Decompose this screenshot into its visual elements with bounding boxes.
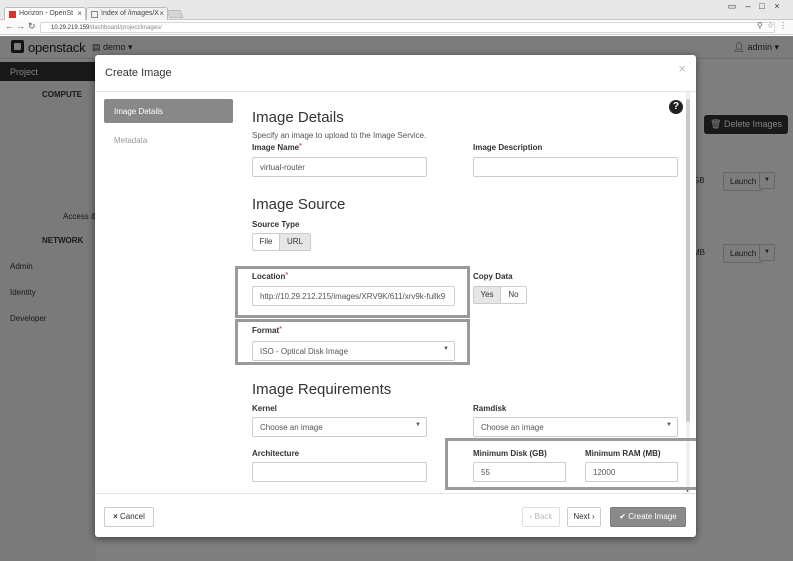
kernel-label: Kernel — [252, 404, 277, 413]
image-description-input[interactable] — [473, 157, 678, 177]
close-icon: × — [113, 512, 118, 521]
tab-label: Index of /images/X — [101, 10, 159, 17]
copy-data-label: Copy Data — [473, 272, 513, 281]
browser-toolbar: ← → ↻ 10.29.219.159/dashboard/project/im… — [0, 20, 793, 35]
cancel-button[interactable]: × Cancel — [104, 507, 154, 527]
ramdisk-select[interactable]: Choose an image ▼ — [473, 417, 678, 437]
section-heading-image-details: Image Details — [252, 109, 344, 126]
divider — [95, 91, 696, 92]
chevron-down-icon: ▼ — [666, 422, 672, 428]
browser-tab-index[interactable]: Index of /images/X × — [86, 7, 168, 20]
format-select-value: ISO - Optical Disk Image — [260, 347, 349, 356]
close-tab-icon[interactable]: × — [77, 9, 82, 18]
bookmark-star-icon[interactable]: ☆ — [767, 21, 774, 30]
divider — [95, 493, 696, 494]
location-label-text: Location — [252, 272, 286, 281]
scrollbar-thumb[interactable] — [686, 99, 690, 422]
menu-icon[interactable]: ⋮ — [779, 21, 787, 30]
chevron-down-icon: ▼ — [443, 346, 449, 352]
required-icon: * — [299, 143, 302, 150]
ramdisk-select-value: Choose an image — [481, 423, 544, 432]
min-disk-label: Minimum Disk (GB) — [473, 449, 547, 458]
new-tab-button[interactable] — [166, 10, 184, 18]
maximize-icon[interactable]: □ — [756, 1, 768, 12]
min-ram-input[interactable]: 12000 — [585, 462, 678, 482]
image-name-label: Image Name* — [252, 143, 302, 152]
url-bar[interactable]: 10.29.219.159/dashboard/project/images/ — [40, 22, 775, 33]
image-description-label: Image Description — [473, 143, 543, 152]
image-name-label-text: Image Name — [252, 143, 300, 152]
close-tab-icon[interactable]: × — [159, 9, 164, 18]
help-icon[interactable]: ? — [669, 100, 683, 114]
kernel-select-value: Choose an image — [260, 423, 323, 432]
next-button[interactable]: Next › — [567, 507, 601, 527]
modal-title: Create Image — [105, 67, 172, 79]
minimize-icon[interactable]: – — [742, 1, 754, 12]
ramdisk-label: Ramdisk — [473, 404, 507, 413]
required-icon: * — [279, 326, 282, 333]
wizard-step-image-details[interactable]: Image Details — [104, 99, 233, 123]
close-icon[interactable]: × — [678, 61, 686, 76]
chevron-down-icon: ▼ — [415, 422, 421, 428]
architecture-label: Architecture — [252, 449, 300, 458]
openstack-favicon-icon — [9, 11, 16, 18]
create-image-modal: Create Image × Image Details Metadata ? … — [95, 55, 696, 537]
tab-label: Horizon - OpenSt — [19, 10, 74, 17]
reload-icon[interactable]: ↻ — [28, 21, 36, 32]
location-label: Location* — [252, 272, 288, 281]
chevron-left-icon: ‹ — [529, 512, 533, 521]
details-hint: Specify an image to upload to the Image … — [252, 131, 427, 140]
cancel-label: Cancel — [120, 512, 145, 521]
create-image-label: Create Image — [628, 512, 677, 521]
location-input[interactable]: http://10.29.212.215/images/XRV9K/611/xr… — [252, 286, 455, 306]
min-ram-label: Minimum RAM (MB) — [585, 449, 661, 458]
back-label: Back — [534, 512, 553, 521]
source-type-label: Source Type — [252, 220, 300, 229]
search-icon[interactable]: ⚲ — [757, 21, 763, 30]
wizard-step-metadata[interactable]: Metadata — [104, 128, 233, 152]
chevron-right-icon: › — [592, 512, 595, 521]
image-name-input[interactable]: virtual-router — [252, 157, 427, 177]
create-image-button[interactable]: ✔ Create Image — [610, 507, 686, 527]
url-host: 10.29.219.159 — [51, 25, 90, 31]
architecture-input[interactable] — [252, 462, 427, 482]
url-path: /dashboard/project/images/ — [89, 25, 162, 31]
format-label-text: Format — [252, 326, 280, 335]
close-window-icon[interactable]: × — [771, 1, 783, 12]
check-icon: ✔ — [619, 512, 626, 521]
next-label: Next — [573, 512, 590, 521]
format-select[interactable]: ISO - Optical Disk Image ▼ — [252, 341, 455, 361]
copy-data-yes-button[interactable]: Yes — [473, 286, 501, 304]
source-type-url-button[interactable]: URL — [279, 233, 311, 251]
profile-icon[interactable]: ▭ — [726, 1, 738, 12]
source-type-file-button[interactable]: File — [252, 233, 280, 251]
kernel-select[interactable]: Choose an image ▼ — [252, 417, 427, 437]
browser-tabstrip: Horizon - OpenSt × Index of /images/X × … — [0, 0, 793, 20]
section-heading-image-requirements: Image Requirements — [252, 381, 392, 398]
forward-arrow-icon[interactable]: → — [16, 21, 25, 31]
back-arrow-icon[interactable]: ← — [5, 21, 14, 31]
browser-tab-horizon[interactable]: Horizon - OpenSt × — [4, 7, 86, 20]
section-heading-image-source: Image Source — [252, 196, 346, 213]
back-button[interactable]: ‹ Back — [522, 507, 560, 527]
min-disk-input[interactable]: 55 — [473, 462, 566, 482]
format-label: Format* — [252, 326, 282, 335]
copy-data-no-button[interactable]: No — [500, 286, 527, 304]
required-icon: * — [285, 272, 289, 279]
page-favicon-icon — [91, 11, 98, 18]
